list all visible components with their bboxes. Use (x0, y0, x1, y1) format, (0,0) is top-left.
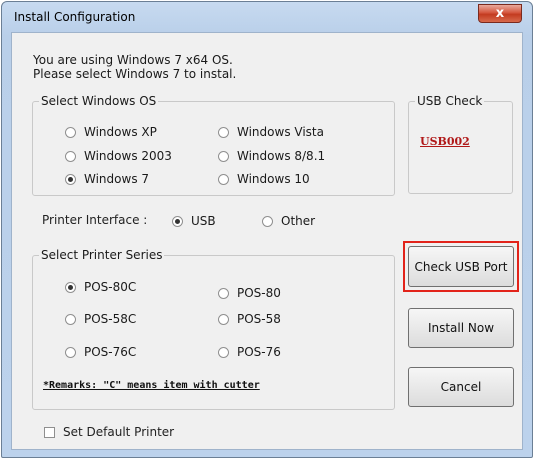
os-option-label: Windows XP (84, 125, 157, 139)
radio-icon (262, 215, 273, 227)
os-option-windows-7[interactable]: Windows 7 (65, 172, 149, 186)
title-bar: Install Configuration x (2, 2, 532, 34)
os-option-label: Windows Vista (237, 125, 324, 139)
printer-option-pos-76[interactable]: POS-76 (218, 345, 281, 359)
interface-option-other[interactable]: Other (262, 214, 315, 228)
printer-option-label: POS-80 (237, 286, 281, 300)
printer-option-label: POS-76C (84, 345, 137, 359)
radio-icon (218, 287, 229, 299)
os-option-label: Windows 7 (84, 172, 150, 186)
printer-series-group-label: Select Printer Series (39, 248, 165, 262)
radio-selected-icon (65, 281, 76, 293)
radio-selected-icon (65, 173, 76, 185)
usb-status-value: USB002 (420, 135, 470, 148)
radio-icon (65, 346, 76, 358)
radio-icon (65, 150, 76, 162)
radio-icon (65, 313, 76, 325)
printer-option-label: POS-58C (84, 312, 137, 326)
printer-option-pos-80[interactable]: POS-80 (218, 286, 281, 300)
usb-check-group: USB Check USB002 (408, 94, 513, 194)
radio-icon (218, 313, 229, 325)
install-configuration-window: Install Configuration x You are using Wi… (1, 1, 533, 458)
printer-option-pos-80c[interactable]: POS-80C (65, 280, 136, 294)
radio-icon (218, 126, 229, 138)
os-option-windows-xp[interactable]: Windows XP (65, 125, 157, 139)
printer-option-label: POS-80C (84, 280, 137, 294)
interface-option-label: Other (281, 214, 316, 228)
radio-selected-icon (172, 215, 183, 227)
radio-icon (65, 126, 76, 138)
printer-option-label: POS-58 (237, 312, 281, 326)
os-option-windows-2003[interactable]: Windows 2003 (65, 149, 172, 163)
windows-os-group-label: Select Windows OS (39, 94, 159, 108)
close-button[interactable]: x (478, 4, 522, 23)
windows-os-group: Select Windows OS Windows XP Windows Vis… (32, 94, 395, 196)
os-info-line-1: You are using Windows 7 x64 OS. (33, 53, 233, 67)
usb-check-group-label: USB Check (415, 94, 485, 108)
printer-interface-label: Printer Interface : (42, 213, 148, 227)
check-usb-port-button[interactable]: Check USB Port (408, 246, 514, 287)
radio-icon (218, 173, 229, 185)
os-info-line-2: Please select Windows 7 to instal. (33, 67, 237, 81)
printer-option-pos-58c[interactable]: POS-58C (65, 312, 136, 326)
interface-option-label: USB (191, 214, 216, 228)
os-option-windows-8[interactable]: Windows 8/8.1 (218, 149, 325, 163)
cutter-remarks: *Remarks: "C" means item with cutter (43, 380, 260, 391)
close-icon: x (495, 6, 505, 21)
os-option-label: Windows 8/8.1 (237, 149, 326, 163)
os-option-label: Windows 2003 (84, 149, 172, 163)
radio-icon (218, 346, 229, 358)
interface-option-usb[interactable]: USB (172, 214, 216, 228)
window-title: Install Configuration (14, 10, 136, 24)
os-option-windows-10[interactable]: Windows 10 (218, 172, 310, 186)
radio-icon (218, 150, 229, 162)
install-now-button[interactable]: Install Now (408, 308, 514, 348)
os-option-label: Windows 10 (237, 172, 310, 186)
os-option-windows-vista[interactable]: Windows Vista (218, 125, 324, 139)
set-default-printer-label: Set Default Printer (63, 425, 175, 439)
cancel-button[interactable]: Cancel (408, 367, 514, 407)
printer-option-pos-58[interactable]: POS-58 (218, 312, 281, 326)
printer-option-pos-76c[interactable]: POS-76C (65, 345, 136, 359)
printer-option-label: POS-76 (237, 345, 281, 359)
printer-series-group: Select Printer Series POS-80C POS-80 POS… (32, 248, 395, 410)
dialog-client-area: You are using Windows 7 x64 OS. Please s… (11, 32, 523, 450)
set-default-printer-checkbox[interactable] (44, 427, 55, 438)
